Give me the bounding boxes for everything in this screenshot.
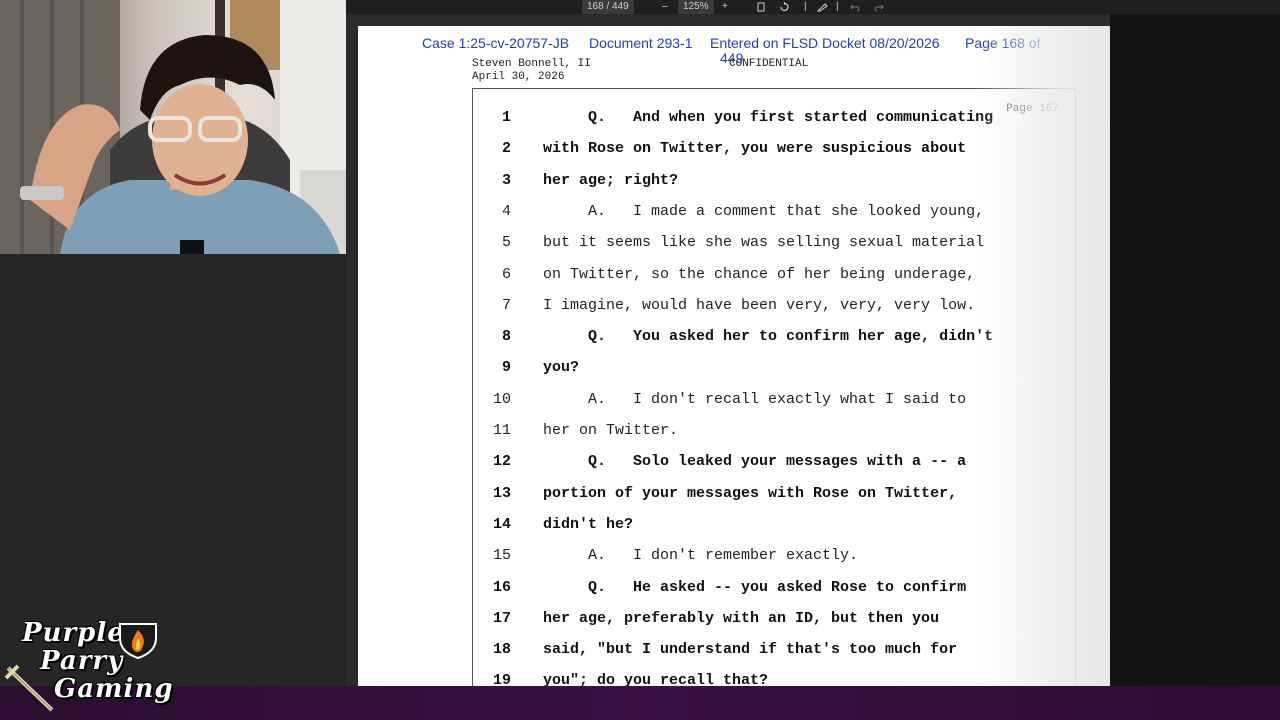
transcript-line: 6 on Twitter, so the chance of her being … — [473, 266, 1075, 296]
line-text: portion of your messages with Rose on Tw… — [543, 484, 958, 502]
stamp-case-number: Case 1:25-cv-20757-JB — [422, 35, 570, 51]
line-text: Q. You asked her to confirm her age, did… — [543, 328, 994, 346]
header-confidential: CONFIDENTIAL — [729, 58, 809, 70]
line-text: A. I made a comment that she looked youn… — [543, 202, 985, 220]
transcript-line: 18 said, "but I understand if that's too … — [473, 641, 1075, 671]
transcript-line: 16 Q. He asked -- you asked Rose to conf… — [473, 579, 1075, 609]
redo-icon[interactable] — [874, 2, 884, 16]
line-number: 17 — [492, 609, 511, 627]
line-text: her age, preferably with an ID, but then… — [543, 609, 940, 627]
transcript-line: 5 but it seems like she was selling sexua… — [473, 234, 1075, 264]
line-number: 15 — [492, 547, 511, 565]
line-text: didn't he? — [543, 515, 634, 533]
line-number: 6 — [501, 265, 511, 283]
header-deponent: Steven Bonnell, II — [472, 58, 591, 70]
line-number: 5 — [501, 234, 511, 252]
stream-overlay-bar — [0, 686, 1280, 720]
line-number: 1 — [501, 109, 511, 126]
transcript-box: Page 167 1 Q. And when you first started… — [472, 88, 1076, 690]
stamp-page-of: Page 168 of — [965, 35, 1041, 51]
webcam-person-image — [0, 0, 346, 254]
transcript-line: 14 didn't he? — [473, 516, 1075, 546]
line-text: her on Twitter. — [543, 422, 679, 439]
transcript-line: 9 you? — [473, 359, 1075, 389]
line-text: on Twitter, so the chance of her being u… — [543, 265, 976, 283]
pdf-viewer: 168 / 449 – 125% + | | Case 1:25-cv-2075… — [346, 0, 1280, 690]
line-number: 3 — [501, 171, 511, 189]
zoom-out-button[interactable]: – — [662, 0, 668, 14]
line-text: her age; right? — [543, 171, 679, 189]
stamp-document-number: Document 293-1 — [589, 35, 693, 51]
header-date: April 30, 2026 — [472, 71, 565, 83]
transcript-line: 2 with Rose on Twitter, you were suspicio… — [473, 140, 1075, 170]
transcript-line: 15 A. I don't remember exactly. — [473, 547, 1075, 577]
line-text: I imagine, would have been very, very, v… — [543, 296, 976, 314]
stamp-entered-docket: Entered on FLSD Docket 08/20/2026 — [710, 35, 940, 51]
line-text: A. I don't remember exactly. — [543, 547, 859, 565]
line-text: Q. He asked -- you asked Rose to confirm — [543, 578, 967, 596]
transcript-line: 3 her age; right? — [473, 172, 1075, 202]
draw-icon[interactable] — [816, 2, 828, 16]
viewer-background — [1110, 14, 1280, 690]
line-text: Q. And when you first started communicat… — [543, 109, 994, 126]
line-text: but it seems like she was selling sexual… — [543, 234, 985, 252]
line-number: 8 — [501, 328, 511, 346]
line-number: 14 — [492, 515, 511, 533]
separator: | — [836, 1, 839, 12]
separator: | — [804, 1, 807, 12]
line-text: with Rose on Twitter, you were suspiciou… — [543, 140, 967, 158]
pdf-page: Case 1:25-cv-20757-JB Document 293-1 Ent… — [358, 26, 1110, 690]
channel-logo: Purple Parry Gaming — [4, 616, 173, 716]
undo-icon[interactable] — [850, 2, 860, 16]
pdf-toolbar: 168 / 449 – 125% + | | — [346, 0, 1280, 14]
transcript-line: 11 her on Twitter. — [473, 422, 1075, 452]
line-text: said, "but I understand if that's too mu… — [543, 641, 958, 659]
line-text: A. I don't recall exactly what I said to — [543, 390, 967, 408]
line-number: 18 — [492, 641, 511, 659]
line-text: you? — [543, 359, 580, 377]
webcam-feed — [0, 0, 346, 254]
page-indicator[interactable]: 168 / 449 — [582, 0, 634, 14]
logo-line-3: Gaming — [54, 674, 174, 704]
transcript-line: 10 A. I don't recall exactly what I said… — [473, 391, 1075, 421]
line-number: 13 — [492, 484, 511, 502]
crossed-swords-icon — [4, 664, 54, 712]
transcript-line: 17 her age, preferably with an ID, but th… — [473, 610, 1075, 640]
rotate-icon[interactable] — [779, 2, 790, 16]
transcript-line: 7 I imagine, would have been very, very, … — [473, 297, 1075, 327]
line-number: 4 — [501, 202, 511, 220]
line-number: 10 — [492, 390, 511, 408]
line-number: 11 — [492, 422, 511, 439]
transcript-line: 13 portion of your messages with Rose on … — [473, 485, 1075, 515]
flame-shield-icon — [119, 623, 157, 660]
transcript-line: 8 Q. You asked her to confirm her age, d… — [473, 328, 1075, 358]
zoom-level[interactable]: 125% — [678, 0, 714, 14]
line-text: Q. Solo leaked your messages with a -- a — [543, 453, 967, 471]
transcript-line: 4 A. I made a comment that she looked yo… — [473, 203, 1075, 233]
line-number: 9 — [501, 359, 511, 377]
fit-page-icon[interactable] — [756, 2, 766, 16]
logo-line-1: Purple — [22, 618, 125, 648]
transcript-line: 1 Q. And when you first started communic… — [473, 109, 1075, 139]
line-number: 16 — [492, 578, 511, 596]
zoom-in-button[interactable]: + — [722, 0, 728, 14]
line-number: 2 — [501, 140, 511, 158]
transcript-line: 12 Q. Solo leaked your messages with a -… — [473, 453, 1075, 483]
line-number: 12 — [492, 453, 511, 471]
line-number: 7 — [501, 296, 511, 314]
